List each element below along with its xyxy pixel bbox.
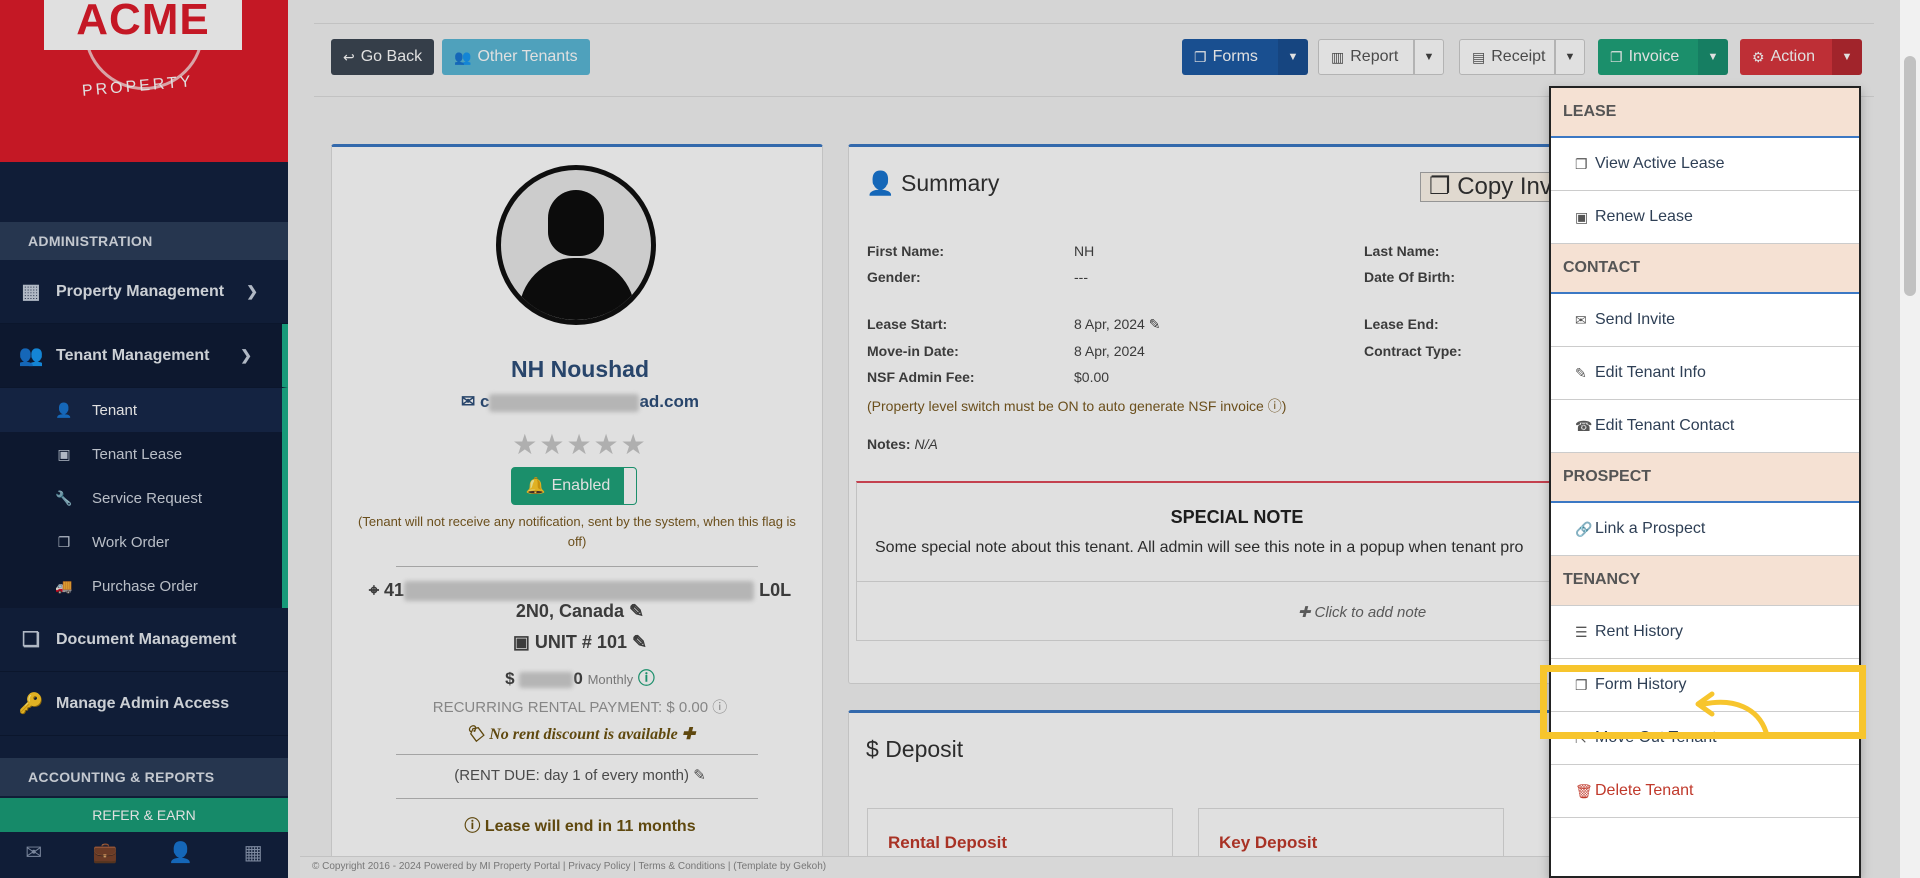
copy-icon: ❐: [1575, 155, 1588, 172]
contact-section-header: CONTACT: [1551, 244, 1859, 294]
send-invite-item[interactable]: ✉ Send Invite: [1551, 294, 1859, 347]
calendar-check-icon: ▣: [1575, 208, 1589, 225]
tenancy-section-header: TENANCY: [1551, 556, 1859, 606]
link-prospect-item[interactable]: 🔗 Link a Prospect: [1551, 503, 1859, 556]
menu-item-label: Rent History: [1595, 623, 1684, 640]
view-active-lease-item[interactable]: ❐ View Active Lease: [1551, 138, 1859, 191]
menu-item-label: View Active Lease: [1595, 155, 1725, 172]
phone-icon: ☎: [1575, 417, 1593, 434]
edit-tenant-contact-item[interactable]: ☎ Edit Tenant Contact: [1551, 400, 1859, 453]
edit-icon: ✎: [1575, 364, 1587, 381]
renew-lease-item[interactable]: ▣ Renew Lease: [1551, 191, 1859, 244]
menu-item-label: Edit Tenant Contact: [1595, 417, 1735, 434]
trash-icon: 🗑: [1575, 782, 1593, 799]
lease-section-header: LEASE: [1551, 88, 1859, 138]
menu-item-label: Send Invite: [1595, 311, 1676, 328]
link-icon: 🔗: [1575, 520, 1593, 537]
delete-tenant-item[interactable]: 🗑 Delete Tenant: [1551, 765, 1859, 818]
menu-item-label: Renew Lease: [1595, 208, 1693, 225]
menu-item-label: Edit Tenant Info: [1595, 364, 1706, 381]
pointer-arrow-icon: [1695, 691, 1769, 735]
envelope-icon: ✉: [1575, 311, 1587, 328]
menu-item-label: Link a Prospect: [1595, 520, 1706, 537]
rent-history-item[interactable]: ☰ Rent History: [1551, 606, 1859, 659]
scrollbar-thumb[interactable]: [1904, 56, 1916, 296]
prospect-section-header: PROSPECT: [1551, 453, 1859, 503]
menu-item-label: Delete Tenant: [1595, 782, 1694, 799]
edit-tenant-info-item[interactable]: ✎ Edit Tenant Info: [1551, 347, 1859, 400]
list-icon: ☰: [1575, 623, 1588, 640]
action-dropdown-menu: LEASE ❐ View Active Lease ▣ Renew Lease CO…: [1549, 86, 1861, 878]
